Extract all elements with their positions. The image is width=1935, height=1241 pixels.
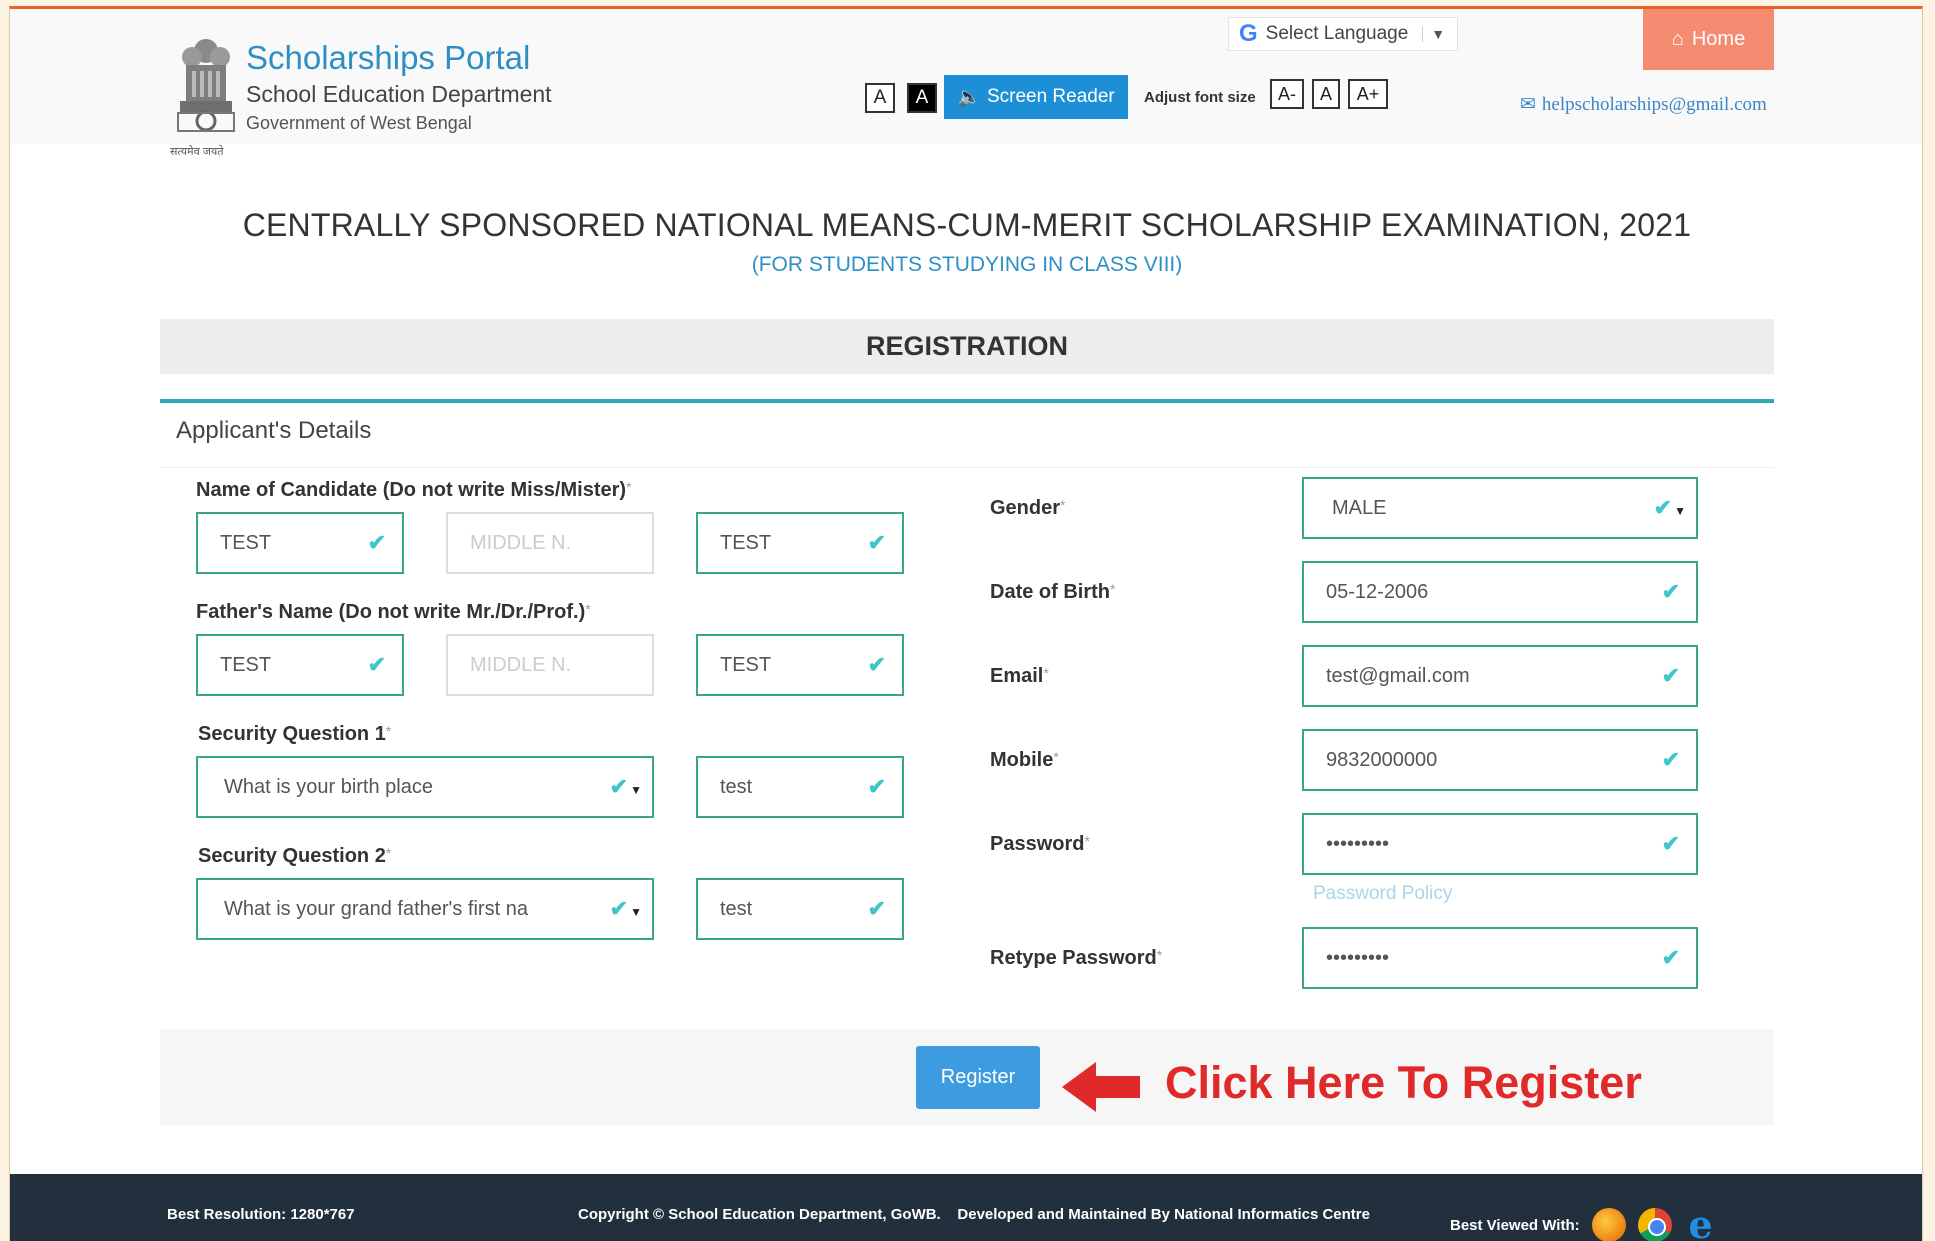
best-resolution: Best Resolution: 1280*767 <box>167 1206 355 1223</box>
home-button[interactable]: ⌂ Home <box>1643 9 1774 70</box>
password-input[interactable]: ••••••••• ✔ <box>1302 813 1698 875</box>
mail-icon: ✉ <box>1520 94 1536 115</box>
email-input[interactable]: test@gmail.com ✔ <box>1302 645 1698 707</box>
father-name-label: Father's Name (Do not write Mr./Dr./Prof… <box>196 601 591 623</box>
screen-reader-button[interactable]: 🔈 Screen Reader <box>944 75 1128 119</box>
check-icon: ✔ <box>867 652 886 677</box>
font-increase-button[interactable]: A+ <box>1348 79 1388 109</box>
password-policy-link[interactable]: Password Policy <box>1313 883 1452 905</box>
chevron-down-icon: ▼ <box>1674 504 1686 518</box>
check-icon: ✔ <box>867 530 886 555</box>
check-icon: ✔ <box>867 774 886 799</box>
home-label: Home <box>1691 28 1746 50</box>
register-button[interactable]: Register <box>916 1046 1040 1109</box>
emblem-caption: सत्यमेव जयते <box>170 146 224 158</box>
register-annotation: Click Here To Register <box>1165 1057 1642 1108</box>
father-middle-name-input[interactable]: MIDDLE N. <box>446 634 654 696</box>
chevron-down-icon: ▼ <box>630 905 642 919</box>
font-decrease-button[interactable]: A- <box>1270 79 1304 109</box>
security-question-1-label: Security Question 1* <box>198 723 392 745</box>
dob-label: Date of Birth* <box>990 581 1116 603</box>
check-icon: ✔ ▼ <box>1653 495 1686 520</box>
panel-title: Applicant's Details <box>176 417 372 444</box>
chevron-down-icon: ▼ <box>1422 26 1445 42</box>
check-icon: ✔ <box>1661 663 1680 688</box>
emblem-icon <box>177 39 235 132</box>
contrast-normal-button[interactable]: A <box>865 81 895 115</box>
speaker-icon: 🔈 <box>957 87 981 108</box>
candidate-first-name-input[interactable]: TEST ✔ <box>196 512 404 574</box>
portal-title: Scholarships Portal <box>246 39 531 76</box>
security-answer-1-input[interactable]: test ✔ <box>696 756 904 818</box>
retype-password-label: Retype Password* <box>990 947 1163 969</box>
font-normal-button[interactable]: A <box>1312 79 1340 109</box>
security-question-2-select[interactable]: What is your grand father's first na ✔ ▼ <box>196 878 654 940</box>
mobile-input[interactable]: 9832000000 ✔ <box>1302 729 1698 791</box>
dob-input[interactable]: 05-12-2006 ✔ <box>1302 561 1698 623</box>
section-heading: REGISTRATION <box>160 319 1774 374</box>
retype-password-input[interactable]: ••••••••• ✔ <box>1302 927 1698 989</box>
copyright: Copyright © School Education Department,… <box>578 1206 1370 1223</box>
security-question-1-select[interactable]: What is your birth place ✔ ▼ <box>196 756 654 818</box>
chrome-icon <box>1637 1208 1672 1241</box>
page-title: CENTRALLY SPONSORED NATIONAL MEANS-CUM-M… <box>242 207 1692 243</box>
chevron-down-icon: ▼ <box>630 783 642 797</box>
language-select[interactable]: G Select Language ▼ <box>1228 17 1458 51</box>
language-label: Select Language <box>1265 23 1409 44</box>
father-last-name-input[interactable]: TEST ✔ <box>696 634 904 696</box>
security-question-2-label: Security Question 2* <box>198 845 392 867</box>
email-label: Email* <box>990 665 1049 687</box>
best-viewed: Best Viewed With: e <box>1450 1202 1718 1241</box>
left-arrow-icon <box>1062 1062 1140 1112</box>
check-icon: ✔ <box>867 896 886 921</box>
contrast-dark-button[interactable]: A <box>907 81 937 115</box>
firefox-icon <box>1591 1208 1626 1241</box>
mobile-label: Mobile* <box>990 749 1059 771</box>
gender-select[interactable]: MALE ✔ ▼ <box>1302 477 1698 539</box>
contrast-normal-label: A <box>865 83 895 113</box>
candidate-middle-name-input[interactable]: MIDDLE N. <box>446 512 654 574</box>
home-icon: ⌂ <box>1671 28 1684 50</box>
check-icon: ✔ <box>1661 831 1680 856</box>
password-label: Password* <box>990 833 1090 855</box>
google-icon: G <box>1239 20 1258 47</box>
adjust-font-label: Adjust font size <box>1144 89 1256 106</box>
candidate-name-label: Name of Candidate (Do not write Miss/Mis… <box>196 479 632 501</box>
section-divider <box>160 399 1774 403</box>
page-subtitle: (FOR STUDENTS STUDYING IN CLASS VIII) <box>751 253 1183 276</box>
check-icon: ✔ ▼ <box>609 896 642 921</box>
screen-reader-label: Screen Reader <box>986 86 1115 107</box>
check-icon: ✔ <box>1661 747 1680 772</box>
check-icon: ✔ <box>367 652 386 677</box>
site-header: Scholarships Portal School Education Dep… <box>10 9 1922 158</box>
check-icon: ✔ <box>367 530 386 555</box>
contrast-dark-label: A <box>907 83 937 113</box>
help-email-text: helpscholarships@gmail.com <box>1541 93 1767 115</box>
department-name: School Education Department <box>246 81 552 107</box>
help-email-link[interactable]: ✉ helpscholarships@gmail.com <box>1520 93 1767 116</box>
candidate-last-name-input[interactable]: TEST ✔ <box>696 512 904 574</box>
government-name: Government of West Bengal <box>246 113 472 133</box>
check-icon: ✔ <box>1661 579 1680 604</box>
gender-label: Gender* <box>990 497 1066 519</box>
security-answer-2-input[interactable]: test ✔ <box>696 878 904 940</box>
check-icon: ✔ ▼ <box>609 774 642 799</box>
father-first-name-input[interactable]: TEST ✔ <box>196 634 404 696</box>
internet-explorer-icon: e <box>1688 1202 1713 1241</box>
check-icon: ✔ <box>1661 945 1680 970</box>
page-frame: Scholarships Portal School Education Dep… <box>9 6 1923 1241</box>
site-footer: Best Resolution: 1280*767 Copyright © Sc… <box>10 1174 1922 1241</box>
